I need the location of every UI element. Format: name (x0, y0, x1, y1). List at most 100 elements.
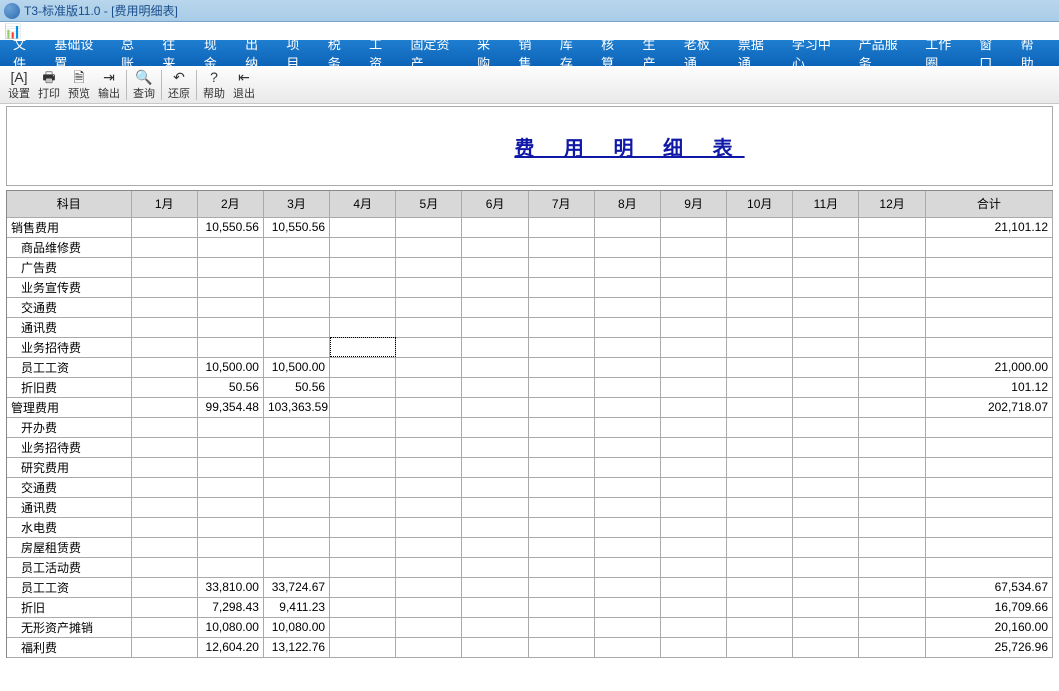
data-cell[interactable] (462, 217, 528, 237)
data-cell[interactable] (396, 237, 462, 257)
data-cell[interactable] (131, 257, 197, 277)
total-cell[interactable]: 16,709.66 (925, 597, 1052, 617)
data-cell[interactable] (330, 237, 396, 257)
data-cell[interactable] (793, 297, 859, 317)
data-cell[interactable]: 13,122.76 (263, 637, 329, 657)
data-cell[interactable] (197, 537, 263, 557)
data-cell[interactable] (396, 377, 462, 397)
subject-cell[interactable]: 交通费 (7, 297, 131, 317)
data-cell[interactable] (396, 577, 462, 597)
data-cell[interactable] (131, 437, 197, 457)
data-cell[interactable] (727, 477, 793, 497)
data-cell[interactable] (330, 337, 396, 357)
table-row[interactable]: 折旧7,298.439,411.2316,709.66 (7, 597, 1053, 617)
menu-产品服务[interactable]: 产品服务 (852, 31, 917, 75)
table-row[interactable]: 广告费 (7, 257, 1053, 277)
data-cell[interactable] (330, 517, 396, 537)
data-cell[interactable] (197, 477, 263, 497)
data-cell[interactable] (594, 337, 660, 357)
data-cell[interactable] (330, 537, 396, 557)
data-cell[interactable] (396, 617, 462, 637)
menu-税务[interactable]: 税务 (321, 31, 360, 75)
data-cell[interactable] (859, 377, 925, 397)
subject-cell[interactable]: 业务宣传费 (7, 277, 131, 297)
subject-cell[interactable]: 房屋租赁费 (7, 537, 131, 557)
data-cell[interactable] (528, 497, 594, 517)
subject-cell[interactable]: 通讯费 (7, 317, 131, 337)
column-header[interactable]: 1月 (131, 191, 197, 217)
data-cell[interactable] (793, 597, 859, 617)
data-cell[interactable] (859, 357, 925, 377)
data-cell[interactable]: 50.56 (263, 377, 329, 397)
data-cell[interactable] (396, 277, 462, 297)
data-cell[interactable] (727, 397, 793, 417)
data-cell[interactable] (660, 457, 726, 477)
column-header[interactable]: 11月 (793, 191, 859, 217)
data-cell[interactable] (396, 497, 462, 517)
data-cell[interactable] (859, 297, 925, 317)
data-cell[interactable] (859, 597, 925, 617)
data-cell[interactable] (263, 297, 329, 317)
table-row[interactable]: 商品维修费 (7, 237, 1053, 257)
data-cell[interactable] (594, 497, 660, 517)
toolbar-打印[interactable]: 🖶打印 (34, 67, 64, 103)
data-cell[interactable] (396, 317, 462, 337)
total-cell[interactable]: 21,000.00 (925, 357, 1052, 377)
subject-cell[interactable]: 员工工资 (7, 357, 131, 377)
data-cell[interactable] (594, 597, 660, 617)
data-cell[interactable] (197, 237, 263, 257)
data-cell[interactable] (727, 317, 793, 337)
data-cell[interactable] (594, 217, 660, 237)
table-row[interactable]: 折旧费50.5650.56101.12 (7, 377, 1053, 397)
table-row[interactable]: 研究费用 (7, 457, 1053, 477)
data-cell[interactable] (330, 637, 396, 657)
data-cell[interactable] (396, 357, 462, 377)
data-cell[interactable]: 99,354.48 (197, 397, 263, 417)
data-cell[interactable] (396, 517, 462, 537)
table-row[interactable]: 销售费用10,550.5610,550.5621,101.12 (7, 217, 1053, 237)
data-cell[interactable] (528, 637, 594, 657)
data-cell[interactable] (197, 257, 263, 277)
data-cell[interactable] (528, 477, 594, 497)
data-cell[interactable] (727, 377, 793, 397)
data-cell[interactable] (462, 457, 528, 477)
data-cell[interactable] (131, 617, 197, 637)
subject-cell[interactable]: 广告费 (7, 257, 131, 277)
data-cell[interactable] (330, 417, 396, 437)
data-cell[interactable] (660, 597, 726, 617)
data-cell[interactable] (197, 517, 263, 537)
data-cell[interactable] (660, 557, 726, 577)
data-cell[interactable] (594, 537, 660, 557)
data-cell[interactable] (793, 497, 859, 517)
data-cell[interactable] (462, 637, 528, 657)
toolbar-设置[interactable]: [A]设置 (4, 67, 34, 103)
menu-项目[interactable]: 项目 (279, 31, 318, 75)
total-cell[interactable] (925, 477, 1052, 497)
table-row[interactable]: 员工工资10,500.0010,500.0021,000.00 (7, 357, 1053, 377)
menu-票据通[interactable]: 票据通 (731, 31, 783, 75)
column-header[interactable]: 2月 (197, 191, 263, 217)
data-cell[interactable] (263, 497, 329, 517)
data-cell[interactable] (396, 597, 462, 617)
data-cell[interactable] (859, 457, 925, 477)
total-cell[interactable] (925, 257, 1052, 277)
table-row[interactable]: 交通费 (7, 477, 1053, 497)
data-cell[interactable] (660, 417, 726, 437)
data-cell[interactable] (131, 317, 197, 337)
data-cell[interactable] (528, 337, 594, 357)
menu-生产[interactable]: 生产 (636, 31, 675, 75)
data-cell[interactable] (330, 297, 396, 317)
data-cell[interactable] (793, 217, 859, 237)
menu-采购[interactable]: 采购 (470, 31, 509, 75)
data-cell[interactable] (528, 257, 594, 277)
total-cell[interactable] (925, 277, 1052, 297)
data-cell[interactable] (859, 237, 925, 257)
data-cell[interactable] (330, 577, 396, 597)
data-cell[interactable]: 10,550.56 (197, 217, 263, 237)
subject-cell[interactable]: 业务招待费 (7, 437, 131, 457)
data-cell[interactable]: 10,550.56 (263, 217, 329, 237)
data-cell[interactable] (462, 517, 528, 537)
data-cell[interactable] (131, 517, 197, 537)
data-cell[interactable] (528, 437, 594, 457)
data-cell[interactable] (131, 497, 197, 517)
